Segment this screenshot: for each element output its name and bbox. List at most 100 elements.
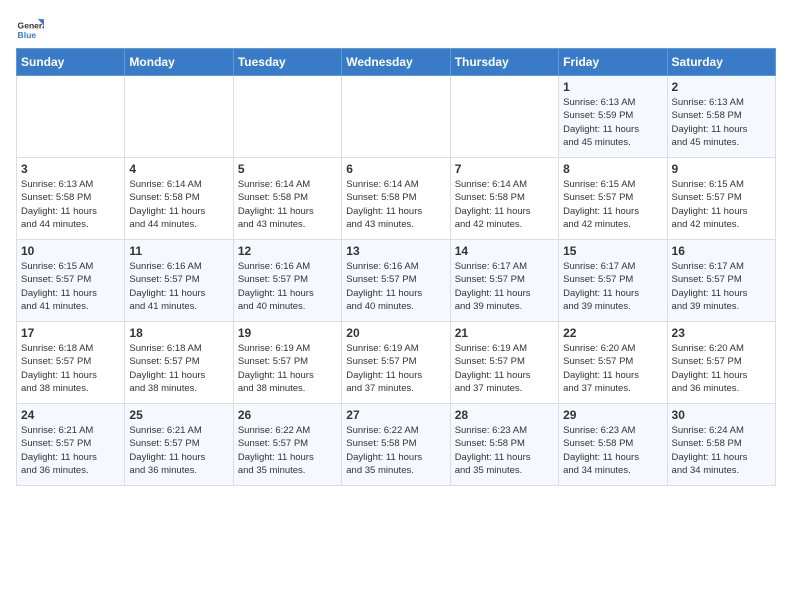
day-cell bbox=[233, 76, 341, 158]
day-info: Sunrise: 6:17 AM Sunset: 5:57 PM Dayligh… bbox=[563, 260, 662, 313]
day-number: 17 bbox=[21, 326, 120, 340]
day-info: Sunrise: 6:14 AM Sunset: 5:58 PM Dayligh… bbox=[346, 178, 445, 231]
week-row-4: 17 Sunrise: 6:18 AM Sunset: 5:57 PM Dayli… bbox=[17, 322, 776, 404]
day-info: Sunrise: 6:20 AM Sunset: 5:57 PM Dayligh… bbox=[563, 342, 662, 395]
day-info: Sunrise: 6:21 AM Sunset: 5:57 PM Dayligh… bbox=[129, 424, 228, 477]
day-number: 20 bbox=[346, 326, 445, 340]
day-cell: 18 Sunrise: 6:18 AM Sunset: 5:57 PM Dayli… bbox=[125, 322, 233, 404]
day-cell: 24Sunrise: 6:21 AM Sunset: 5:57 PM Dayli… bbox=[17, 404, 125, 486]
weekday-header-row: SundayMondayTuesdayWednesdayThursdayFrid… bbox=[17, 49, 776, 76]
day-number: 3 bbox=[21, 162, 120, 176]
day-info: Sunrise: 6:23 AM Sunset: 5:58 PM Dayligh… bbox=[563, 424, 662, 477]
day-number: 27 bbox=[346, 408, 445, 422]
day-info: Sunrise: 6:13 AM Sunset: 5:58 PM Dayligh… bbox=[672, 96, 771, 149]
day-info: Sunrise: 6:16 AM Sunset: 5:57 PM Dayligh… bbox=[238, 260, 337, 313]
day-number: 18 bbox=[129, 326, 228, 340]
day-cell: 15 Sunrise: 6:17 AM Sunset: 5:57 PM Dayli… bbox=[559, 240, 667, 322]
day-number: 15 bbox=[563, 244, 662, 258]
day-cell: 13Sunrise: 6:16 AM Sunset: 5:57 PM Dayli… bbox=[342, 240, 450, 322]
day-info: Sunrise: 6:14 AM Sunset: 5:58 PM Dayligh… bbox=[238, 178, 337, 231]
day-cell: 14 Sunrise: 6:17 AM Sunset: 5:57 PM Dayli… bbox=[450, 240, 558, 322]
day-cell: 6 Sunrise: 6:14 AM Sunset: 5:58 PM Daylig… bbox=[342, 158, 450, 240]
day-number: 16 bbox=[672, 244, 771, 258]
day-number: 22 bbox=[563, 326, 662, 340]
week-row-2: 3 Sunrise: 6:13 AM Sunset: 5:58 PM Daylig… bbox=[17, 158, 776, 240]
day-cell: 11 Sunrise: 6:16 AM Sunset: 5:57 PM Dayli… bbox=[125, 240, 233, 322]
day-number: 26 bbox=[238, 408, 337, 422]
day-info: Sunrise: 6:13 AM Sunset: 5:59 PM Dayligh… bbox=[563, 96, 662, 149]
day-cell: 3 Sunrise: 6:13 AM Sunset: 5:58 PM Daylig… bbox=[17, 158, 125, 240]
weekday-header-friday: Friday bbox=[559, 49, 667, 76]
page-header: General Blue bbox=[16, 16, 776, 44]
week-row-5: 24 Sunrise: 6:21 AM Sunset: 5:57 PM Dayli… bbox=[17, 404, 776, 486]
logo-icon: General Blue bbox=[16, 16, 44, 44]
day-cell: 23 Sunrise: 6:20 AM Sunset: 5:57 PM Dayli… bbox=[667, 322, 775, 404]
day-cell: 20 Sunrise: 6:19 AM Sunset: 5:57 PM Dayli… bbox=[342, 322, 450, 404]
day-cell: 9 Sunrise: 6:15 AM Sunset: 5:57 PM Daylig… bbox=[667, 158, 775, 240]
weekday-header-saturday: Saturday bbox=[667, 49, 775, 76]
day-info: Sunrise: 6:22 AM Sunset: 5:57 PM Dayligh… bbox=[238, 424, 337, 477]
day-number: 2 bbox=[672, 80, 771, 94]
day-cell: 28Sunrise: 6:23 AM Sunset: 5:58 PM Dayli… bbox=[450, 404, 558, 486]
day-cell: 25 Sunrise: 6:21 AM Sunset: 5:57 PM Dayli… bbox=[125, 404, 233, 486]
day-cell bbox=[450, 76, 558, 158]
week-row-1: 1 Sunrise: 6:13 AM Sunset: 5:59 PM Daylig… bbox=[17, 76, 776, 158]
day-info: Sunrise: 6:15 AM Sunset: 5:57 PM Dayligh… bbox=[672, 178, 771, 231]
day-number: 21 bbox=[455, 326, 554, 340]
day-cell: 2 Sunrise: 6:13 AM Sunset: 5:58 PM Daylig… bbox=[667, 76, 775, 158]
day-number: 13 bbox=[346, 244, 445, 258]
day-info: Sunrise: 6:24 AM Sunset: 5:58 PM Dayligh… bbox=[672, 424, 771, 477]
day-number: 11 bbox=[129, 244, 228, 258]
calendar-table: SundayMondayTuesdayWednesdayThursdayFrid… bbox=[16, 48, 776, 486]
day-number: 12 bbox=[238, 244, 337, 258]
weekday-header-wednesday: Wednesday bbox=[342, 49, 450, 76]
day-cell: 5Sunrise: 6:14 AM Sunset: 5:58 PM Daylig… bbox=[233, 158, 341, 240]
weekday-header-thursday: Thursday bbox=[450, 49, 558, 76]
day-info: Sunrise: 6:15 AM Sunset: 5:57 PM Dayligh… bbox=[21, 260, 120, 313]
day-cell: 1 Sunrise: 6:13 AM Sunset: 5:59 PM Daylig… bbox=[559, 76, 667, 158]
svg-text:General: General bbox=[18, 20, 44, 30]
day-number: 6 bbox=[346, 162, 445, 176]
day-number: 7 bbox=[455, 162, 554, 176]
day-cell bbox=[125, 76, 233, 158]
day-number: 24 bbox=[21, 408, 120, 422]
day-number: 23 bbox=[672, 326, 771, 340]
day-info: Sunrise: 6:14 AM Sunset: 5:58 PM Dayligh… bbox=[455, 178, 554, 231]
day-number: 25 bbox=[129, 408, 228, 422]
day-info: Sunrise: 6:18 AM Sunset: 5:57 PM Dayligh… bbox=[129, 342, 228, 395]
day-info: Sunrise: 6:17 AM Sunset: 5:57 PM Dayligh… bbox=[672, 260, 771, 313]
day-info: Sunrise: 6:17 AM Sunset: 5:57 PM Dayligh… bbox=[455, 260, 554, 313]
day-number: 1 bbox=[563, 80, 662, 94]
day-number: 10 bbox=[21, 244, 120, 258]
day-info: Sunrise: 6:13 AM Sunset: 5:58 PM Dayligh… bbox=[21, 178, 120, 231]
day-cell: 4Sunrise: 6:14 AM Sunset: 5:58 PM Daylig… bbox=[125, 158, 233, 240]
day-number: 8 bbox=[563, 162, 662, 176]
day-info: Sunrise: 6:18 AM Sunset: 5:57 PM Dayligh… bbox=[21, 342, 120, 395]
day-cell: 10 Sunrise: 6:15 AM Sunset: 5:57 PM Dayli… bbox=[17, 240, 125, 322]
day-number: 9 bbox=[672, 162, 771, 176]
day-number: 30 bbox=[672, 408, 771, 422]
day-cell: 19 Sunrise: 6:19 AM Sunset: 5:57 PM Dayli… bbox=[233, 322, 341, 404]
day-number: 28 bbox=[455, 408, 554, 422]
day-info: Sunrise: 6:19 AM Sunset: 5:57 PM Dayligh… bbox=[455, 342, 554, 395]
day-cell: 29 Sunrise: 6:23 AM Sunset: 5:58 PM Dayli… bbox=[559, 404, 667, 486]
day-info: Sunrise: 6:16 AM Sunset: 5:57 PM Dayligh… bbox=[129, 260, 228, 313]
day-info: Sunrise: 6:19 AM Sunset: 5:57 PM Dayligh… bbox=[238, 342, 337, 395]
weekday-header-monday: Monday bbox=[125, 49, 233, 76]
day-info: Sunrise: 6:20 AM Sunset: 5:57 PM Dayligh… bbox=[672, 342, 771, 395]
week-row-3: 10 Sunrise: 6:15 AM Sunset: 5:57 PM Dayli… bbox=[17, 240, 776, 322]
logo: General Blue bbox=[16, 16, 48, 44]
day-number: 29 bbox=[563, 408, 662, 422]
day-cell: 26 Sunrise: 6:22 AM Sunset: 5:57 PM Dayli… bbox=[233, 404, 341, 486]
weekday-header-sunday: Sunday bbox=[17, 49, 125, 76]
day-number: 19 bbox=[238, 326, 337, 340]
day-info: Sunrise: 6:22 AM Sunset: 5:58 PM Dayligh… bbox=[346, 424, 445, 477]
day-info: Sunrise: 6:15 AM Sunset: 5:57 PM Dayligh… bbox=[563, 178, 662, 231]
day-cell: 16 Sunrise: 6:17 AM Sunset: 5:57 PM Dayli… bbox=[667, 240, 775, 322]
day-number: 14 bbox=[455, 244, 554, 258]
day-info: Sunrise: 6:19 AM Sunset: 5:57 PM Dayligh… bbox=[346, 342, 445, 395]
day-cell: 8 Sunrise: 6:15 AM Sunset: 5:57 PM Daylig… bbox=[559, 158, 667, 240]
day-cell: 17 Sunrise: 6:18 AM Sunset: 5:57 PM Dayli… bbox=[17, 322, 125, 404]
day-cell bbox=[17, 76, 125, 158]
svg-text:Blue: Blue bbox=[18, 30, 37, 40]
